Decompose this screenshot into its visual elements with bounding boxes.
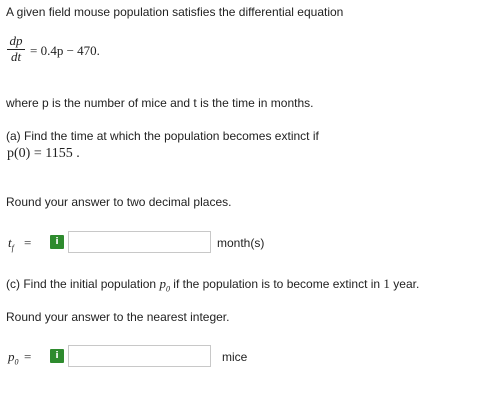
part-b-text-end: year. [393, 277, 420, 291]
part-b-prompt: (c) Find the initial population p0 if th… [6, 276, 419, 294]
p0-unit: mice [222, 350, 248, 364]
one-year-number: 1 [383, 276, 390, 291]
tf-answer-input[interactable] [68, 231, 211, 253]
info-icon[interactable]: i [50, 235, 64, 249]
part-b-text-mid: if the population is to become extinct i… [173, 277, 381, 291]
part-a-prompt: (a) Find the time at which the populatio… [6, 129, 319, 143]
p0-subscript: 0 [14, 357, 19, 367]
p0-answer-input[interactable] [68, 345, 211, 367]
p0-label: p0 [8, 349, 19, 367]
part-a-round-text: Round your answer to two decimal places. [6, 195, 232, 209]
info-icon[interactable]: i [50, 349, 64, 363]
tf-unit: month(s) [217, 236, 265, 250]
part-b-round-text: Round your answer to the nearest integer… [6, 310, 230, 324]
fraction-numerator: dp [9, 33, 23, 48]
intro-text: A given field mouse population satisfies… [6, 5, 344, 19]
initial-condition: p(0) = 1155 . [7, 146, 80, 161]
tf-label: tf [8, 235, 14, 253]
fraction-denominator: dt [10, 49, 22, 64]
derivative-fraction: dp dt [6, 34, 26, 64]
tf-equals: = [24, 235, 32, 250]
p0-equals: = [24, 349, 32, 364]
where-text: where p is the number of mice and t is t… [6, 96, 314, 110]
tf-subscript: f [11, 243, 14, 253]
equation-rhs: = 0.4p − 470. [30, 43, 100, 58]
part-b-text-start: (c) Find the initial population [6, 277, 157, 291]
p0-inline-sub: 0 [165, 284, 170, 294]
p0-inline: p0 [159, 276, 170, 294]
